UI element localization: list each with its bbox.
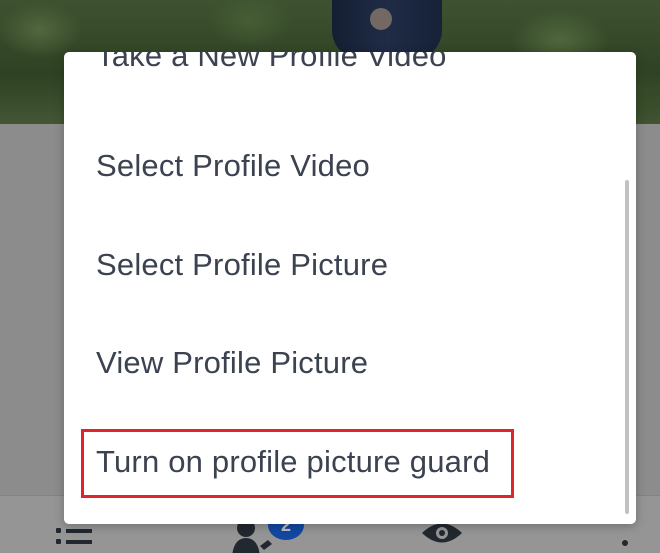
screen: 2 Take a New Profile Video Select Profil… [0,0,660,553]
menu-item-take-new-profile-video[interactable]: Take a New Profile Video [96,52,447,74]
menu-scrollbar[interactable] [625,180,629,514]
menu-item-select-profile-picture[interactable]: Select Profile Picture [96,247,388,283]
profile-picture-menu: Take a New Profile Video Select Profile … [64,52,636,524]
highlight-annotation-box [81,429,514,498]
menu-item-view-profile-picture[interactable]: View Profile Picture [96,345,368,381]
menu-item-select-profile-video[interactable]: Select Profile Video [96,148,370,184]
